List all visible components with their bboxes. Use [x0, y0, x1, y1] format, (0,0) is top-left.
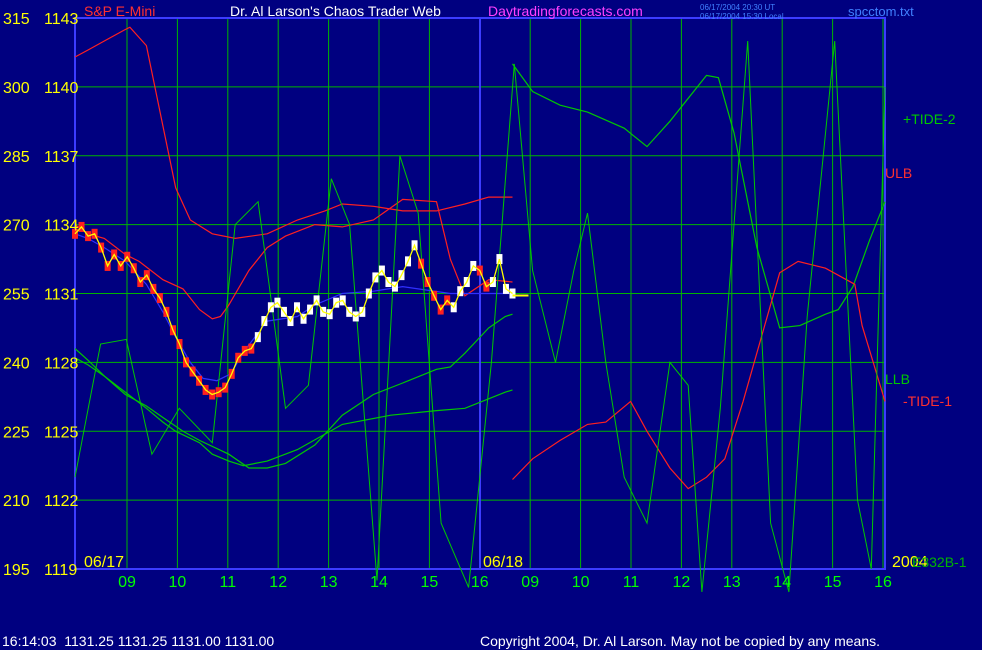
- series-label-tide1: -TIDE-1: [903, 393, 952, 409]
- y-index-label: 195: [3, 562, 30, 579]
- y-price-label: 1131: [44, 287, 79, 304]
- y-index-label: 315: [3, 11, 30, 28]
- x-tick-label: 14: [773, 574, 791, 591]
- x-tick-label: 11: [219, 574, 236, 591]
- time-local: 06/17/2004 15:30 Local: [700, 12, 784, 21]
- y-price-label: 1119: [44, 562, 77, 579]
- x-tick-label: 14: [370, 574, 388, 591]
- y-index-label: 300: [3, 80, 30, 97]
- x-tick-label: 12: [673, 574, 691, 591]
- date-label-0617: 06/17: [84, 554, 124, 571]
- series-label-tide2: +TIDE-2: [903, 111, 956, 127]
- x-tick-label: 16: [874, 574, 892, 591]
- x-tick-label: 12: [269, 574, 287, 591]
- y-index-label: 240: [3, 355, 30, 372]
- y-price-label: 1128: [44, 355, 79, 372]
- x-tick-label: 13: [723, 574, 741, 591]
- x-tick-label: 15: [421, 574, 439, 591]
- file-name: spcctom.txt: [848, 4, 914, 19]
- x-tick-label: 13: [320, 574, 338, 591]
- symbol-label: S&P E-Mini: [84, 3, 155, 19]
- series-label-llb: LLB: [885, 371, 910, 387]
- quote-readout: 16:14:03 1131.25 1131.25 1131.00 1131.00: [2, 633, 274, 649]
- y-price-label: 1137: [44, 149, 79, 166]
- y-price-label: 1125: [44, 424, 79, 441]
- x-tick-label: 10: [572, 574, 590, 591]
- y-index-label: 285: [3, 149, 30, 166]
- y-price-label: 1143: [44, 11, 79, 28]
- date-label-0618: 06/18: [483, 554, 523, 571]
- y-index-label: 270: [3, 218, 30, 235]
- chart-background: [0, 0, 982, 650]
- y-price-label: 1134: [44, 218, 79, 235]
- x-tick-label: 09: [521, 574, 539, 591]
- y-index-label: 210: [3, 493, 30, 510]
- series-label-e332b: E332B-1: [912, 554, 967, 570]
- x-tick-label: 11: [623, 574, 640, 591]
- time-ut: 06/17/2004 20:30 UT: [700, 3, 775, 12]
- x-tick-label: 15: [824, 574, 842, 591]
- site-link[interactable]: Daytradingforecasts.com: [488, 3, 643, 19]
- copyright-notice: Copyright 2004, Dr. Al Larson. May not b…: [480, 633, 880, 649]
- x-tick-label: 10: [169, 574, 187, 591]
- series-label-ulb: ULB: [885, 165, 912, 181]
- chart-title: Dr. Al Larson's Chaos Trader Web: [230, 3, 441, 19]
- y-index-label: 225: [3, 424, 30, 441]
- x-tick-label: 09: [118, 574, 136, 591]
- y-price-label: 1122: [44, 493, 79, 510]
- x-tick-label: 16: [471, 574, 489, 591]
- y-price-label: 1140: [44, 80, 79, 97]
- y-index-label: 255: [3, 287, 30, 304]
- chaos-trader-chart: S&P E-Mini Dr. Al Larson's Chaos Trader …: [0, 0, 982, 650]
